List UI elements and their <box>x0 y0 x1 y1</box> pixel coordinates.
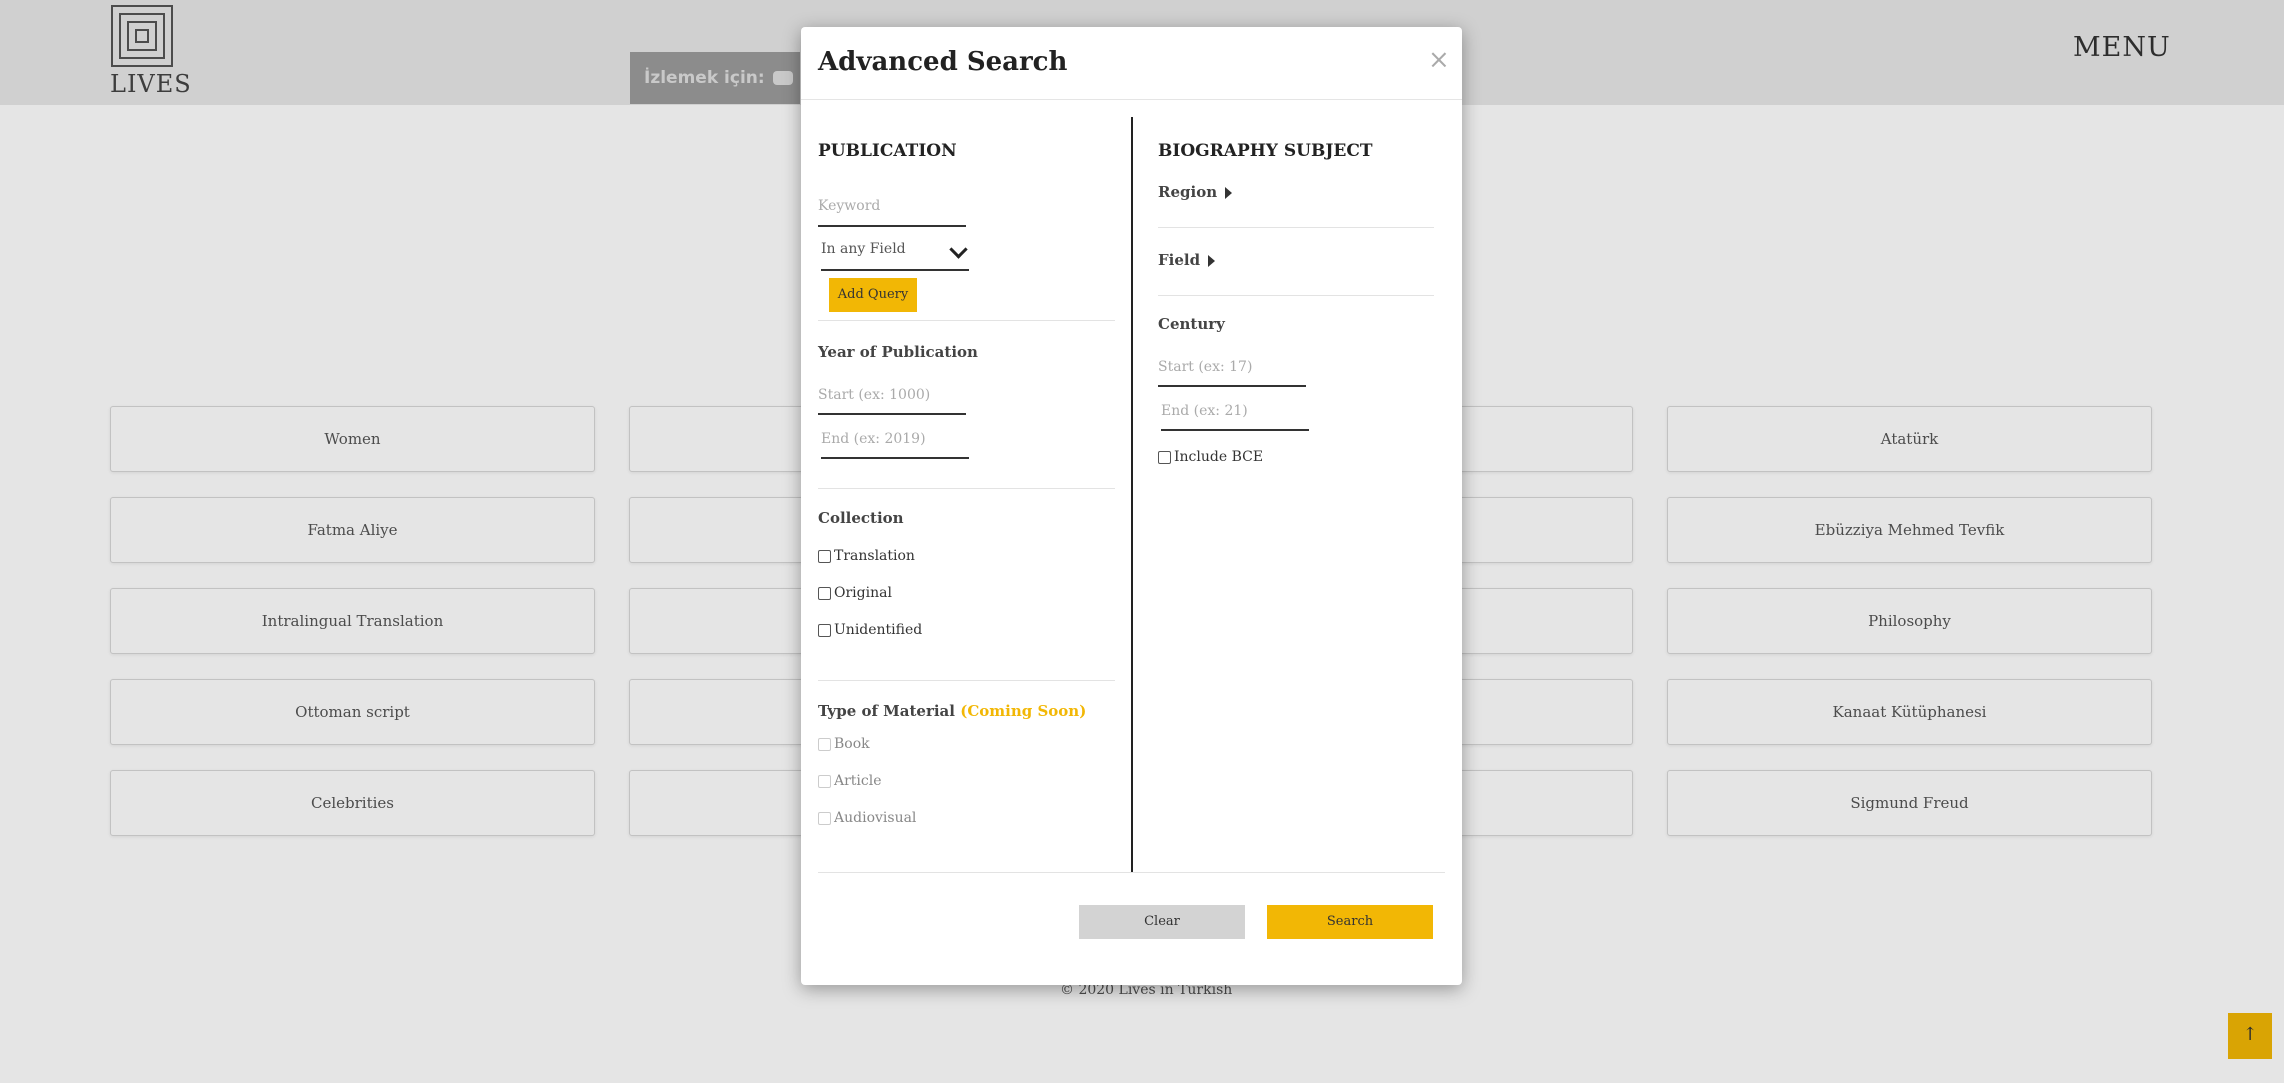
collection-option-original[interactable]: Original <box>818 585 892 601</box>
keyword-input[interactable] <box>818 189 966 227</box>
divider <box>818 680 1115 681</box>
close-icon[interactable]: × <box>1428 45 1450 75</box>
checkbox[interactable] <box>818 623 831 637</box>
caret-right-icon <box>1225 187 1233 199</box>
column-divider <box>1131 117 1133 872</box>
divider <box>818 320 1115 321</box>
field-select[interactable]: In any Field <box>821 239 969 271</box>
divider <box>1158 227 1434 228</box>
divider <box>1158 295 1434 296</box>
region-toggle[interactable]: Region <box>1158 183 1233 201</box>
checkbox[interactable] <box>818 586 831 600</box>
checkbox[interactable] <box>1158 450 1171 464</box>
coming-soon-note: (Coming Soon) <box>960 702 1087 720</box>
collection-option-translation[interactable]: Translation <box>818 548 915 564</box>
modal-title: Advanced Search <box>818 47 1068 77</box>
caret-right-icon <box>1208 255 1216 267</box>
clear-button[interactable]: Clear <box>1079 905 1245 939</box>
field-toggle[interactable]: Field <box>1158 251 1216 269</box>
divider <box>818 488 1115 489</box>
year-start-input[interactable] <box>818 379 966 415</box>
checkbox <box>818 737 831 751</box>
collection-option-unidentified[interactable]: Unidentified <box>818 622 922 638</box>
checkbox <box>818 774 831 788</box>
add-query-button[interactable]: Add Query <box>829 278 917 312</box>
year-of-publication-title: Year of Publication <box>818 343 978 361</box>
footer-divider <box>818 872 1445 873</box>
publication-title: PUBLICATION <box>818 141 957 161</box>
checkbox <box>818 811 831 825</box>
biography-title: BIOGRAPHY SUBJECT <box>1158 141 1373 161</box>
material-option-book: Book <box>818 736 870 752</box>
checkbox[interactable] <box>818 549 831 563</box>
search-button[interactable]: Search <box>1267 905 1433 939</box>
century-title: Century <box>1158 315 1225 333</box>
material-option-audiovisual: Audiovisual <box>818 810 916 826</box>
include-bce-option[interactable]: Include BCE <box>1158 449 1263 465</box>
modal-header: Advanced Search × <box>801 27 1462 100</box>
field-select-value: In any Field <box>821 241 906 257</box>
century-end-input[interactable] <box>1161 395 1309 431</box>
collection-title: Collection <box>818 509 904 527</box>
chevron-down-icon <box>949 240 968 259</box>
century-start-input[interactable] <box>1158 351 1306 387</box>
material-option-article: Article <box>818 773 882 789</box>
type-of-material-title: Type of Material (Coming Soon) <box>818 702 1087 720</box>
advanced-search-modal: Advanced Search × PUBLICATION In any Fie… <box>801 27 1462 985</box>
year-end-input[interactable] <box>821 423 969 459</box>
